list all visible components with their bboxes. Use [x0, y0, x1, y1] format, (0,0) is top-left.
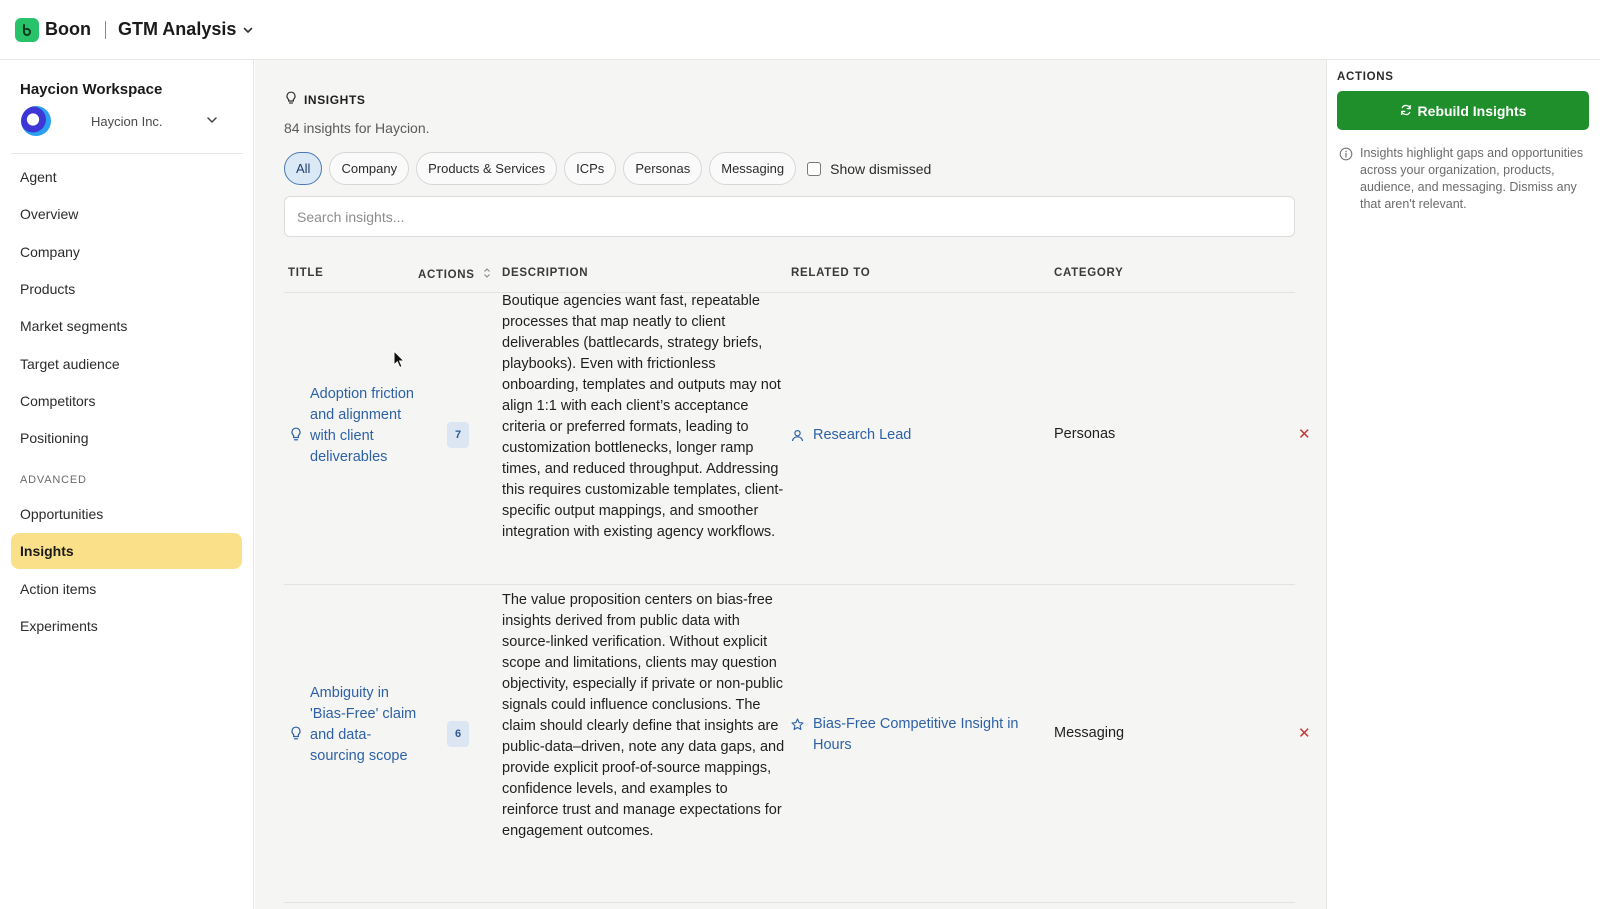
- search-input[interactable]: [284, 196, 1295, 237]
- person-icon: [791, 428, 804, 449]
- category-label: Personas: [1054, 426, 1116, 442]
- nav-item-company[interactable]: Company: [11, 234, 242, 270]
- filter-chip-all[interactable]: All: [284, 152, 323, 185]
- info-icon: [1339, 147, 1353, 213]
- close-icon: ✕: [1298, 725, 1311, 742]
- filter-chip-icps[interactable]: ICPs: [564, 152, 617, 185]
- nav-item-competitors[interactable]: Competitors: [11, 383, 242, 419]
- related-to-link[interactable]: Bias-Free Competitive Insight in Hours: [791, 714, 1043, 756]
- nav-item-label: Company: [20, 244, 80, 260]
- nav-item-label: Action items: [20, 581, 97, 597]
- actions-count-badge[interactable]: 6: [447, 721, 469, 747]
- lightbulb-icon: [290, 726, 302, 744]
- panel-title: ACTIONS: [1337, 71, 1394, 83]
- column-header-category[interactable]: CATEGORY: [1054, 267, 1124, 279]
- nav-item-label: Target audience: [20, 356, 120, 372]
- lightbulb-icon: [285, 91, 297, 108]
- nav-item-label: Positioning: [20, 430, 89, 446]
- chevron-down-icon[interactable]: [242, 24, 254, 36]
- column-header-description[interactable]: DESCRIPTION: [502, 267, 588, 279]
- lightbulb-icon: [290, 427, 302, 445]
- button-label: Rebuild Insights: [1417, 102, 1527, 119]
- nav-item-label: Insights: [20, 543, 74, 559]
- nav-item-experiments[interactable]: Experiments: [11, 608, 242, 644]
- divider: [104, 20, 106, 39]
- show-dismissed-toggle[interactable]: Show dismissed: [807, 161, 931, 177]
- nav-item-target-audience[interactable]: Target audience: [11, 346, 242, 382]
- nav-item-products[interactable]: Products: [11, 271, 242, 307]
- column-header-actions[interactable]: ACTIONS: [418, 267, 491, 282]
- mouse-cursor-icon: [393, 349, 406, 372]
- nav-item-label: Competitors: [20, 393, 96, 409]
- section-header: INSIGHTS: [285, 91, 365, 108]
- column-header-title[interactable]: TITLE: [288, 267, 323, 279]
- nav-item-label: Opportunities: [20, 506, 104, 522]
- filter-chip-company[interactable]: Company: [329, 152, 410, 185]
- org-selector-label[interactable]: Haycion Inc.: [91, 114, 163, 129]
- insights-count: 84 insights for Haycion.: [284, 120, 430, 136]
- nav-item-label: Overview: [20, 206, 79, 222]
- chevron-down-icon[interactable]: [205, 113, 219, 130]
- related-to-label: Research Lead: [813, 427, 912, 443]
- nav-item-label: Agent: [20, 169, 57, 185]
- info-note: Insights highlight gaps and opportunitie…: [1339, 145, 1590, 213]
- dismiss-button[interactable]: ✕: [1298, 425, 1311, 443]
- top-bar: Boon GTM Analysis: [0, 0, 1600, 60]
- filter-chip-products-services[interactable]: Products & Services: [416, 152, 558, 185]
- filter-chip-personas[interactable]: Personas: [623, 152, 703, 185]
- dismiss-button[interactable]: ✕: [1298, 724, 1311, 742]
- brand-name: Boon: [45, 19, 91, 39]
- insight-description: Boutique agencies want fast, repeatable …: [502, 293, 784, 540]
- close-icon: ✕: [1298, 426, 1311, 443]
- project-selector-label[interactable]: GTM Analysis: [118, 19, 236, 40]
- nav-section-label: ADVANCED: [20, 474, 87, 486]
- main-content: INSIGHTS 84 insights for Haycion. All Co…: [255, 60, 1326, 909]
- refresh-icon: [1400, 103, 1412, 119]
- show-dismissed-label: Show dismissed: [830, 160, 932, 177]
- sort-icon[interactable]: [483, 267, 491, 282]
- row-divider: [284, 584, 1295, 585]
- category-label: Messaging: [1054, 725, 1125, 741]
- actions-count-badge[interactable]: 7: [447, 422, 469, 448]
- nav-item-positioning[interactable]: Positioning: [11, 420, 242, 456]
- nav-item-agent[interactable]: Agent: [11, 159, 242, 195]
- show-dismissed-checkbox[interactable]: [807, 161, 822, 176]
- insight-description: The value proposition centers on bias-fr…: [502, 592, 785, 839]
- boon-logo-icon[interactable]: [15, 17, 39, 42]
- row-divider: [284, 902, 1295, 903]
- insight-title-link[interactable]: Adoption friction and alignment with cli…: [310, 384, 420, 468]
- rebuild-insights-button[interactable]: Rebuild Insights: [1337, 91, 1589, 130]
- insight-title-link[interactable]: Ambiguity in 'Bias-Free' claim and data-…: [310, 683, 420, 767]
- nav-item-market-segments[interactable]: Market segments: [11, 308, 242, 344]
- org-avatar: [21, 106, 51, 136]
- table-header-divider: [284, 292, 1295, 293]
- nav-item-insights[interactable]: Insights: [11, 533, 242, 569]
- info-text: Insights highlight gaps and opportunitie…: [1360, 146, 1584, 211]
- divider: [11, 153, 243, 154]
- sidebar: Haycion Workspace Haycion Inc. Agent Ove…: [0, 60, 254, 909]
- related-to-label: Bias-Free Competitive Insight in Hours: [813, 716, 1019, 753]
- filter-chips: All Company Products & Services ICPs Per…: [284, 152, 931, 185]
- workspace-title: Haycion Workspace: [20, 81, 163, 98]
- filter-chip-messaging[interactable]: Messaging: [709, 152, 797, 185]
- nav-item-label: Market segments: [20, 318, 128, 334]
- star-icon: [791, 717, 804, 738]
- actions-panel: ACTIONS Rebuild Insights Insights highli…: [1326, 60, 1600, 909]
- nav-item-action-items[interactable]: Action items: [11, 571, 242, 607]
- nav-item-label: Experiments: [20, 618, 98, 634]
- nav-item-overview[interactable]: Overview: [11, 196, 242, 232]
- column-header-label: ACTIONS: [418, 268, 475, 281]
- nav-item-opportunities[interactable]: Opportunities: [11, 496, 242, 532]
- column-header-related-to[interactable]: RELATED TO: [791, 267, 870, 279]
- nav-item-label: Products: [20, 281, 76, 297]
- related-to-link[interactable]: Research Lead: [791, 425, 1043, 449]
- section-title: INSIGHTS: [304, 92, 366, 107]
